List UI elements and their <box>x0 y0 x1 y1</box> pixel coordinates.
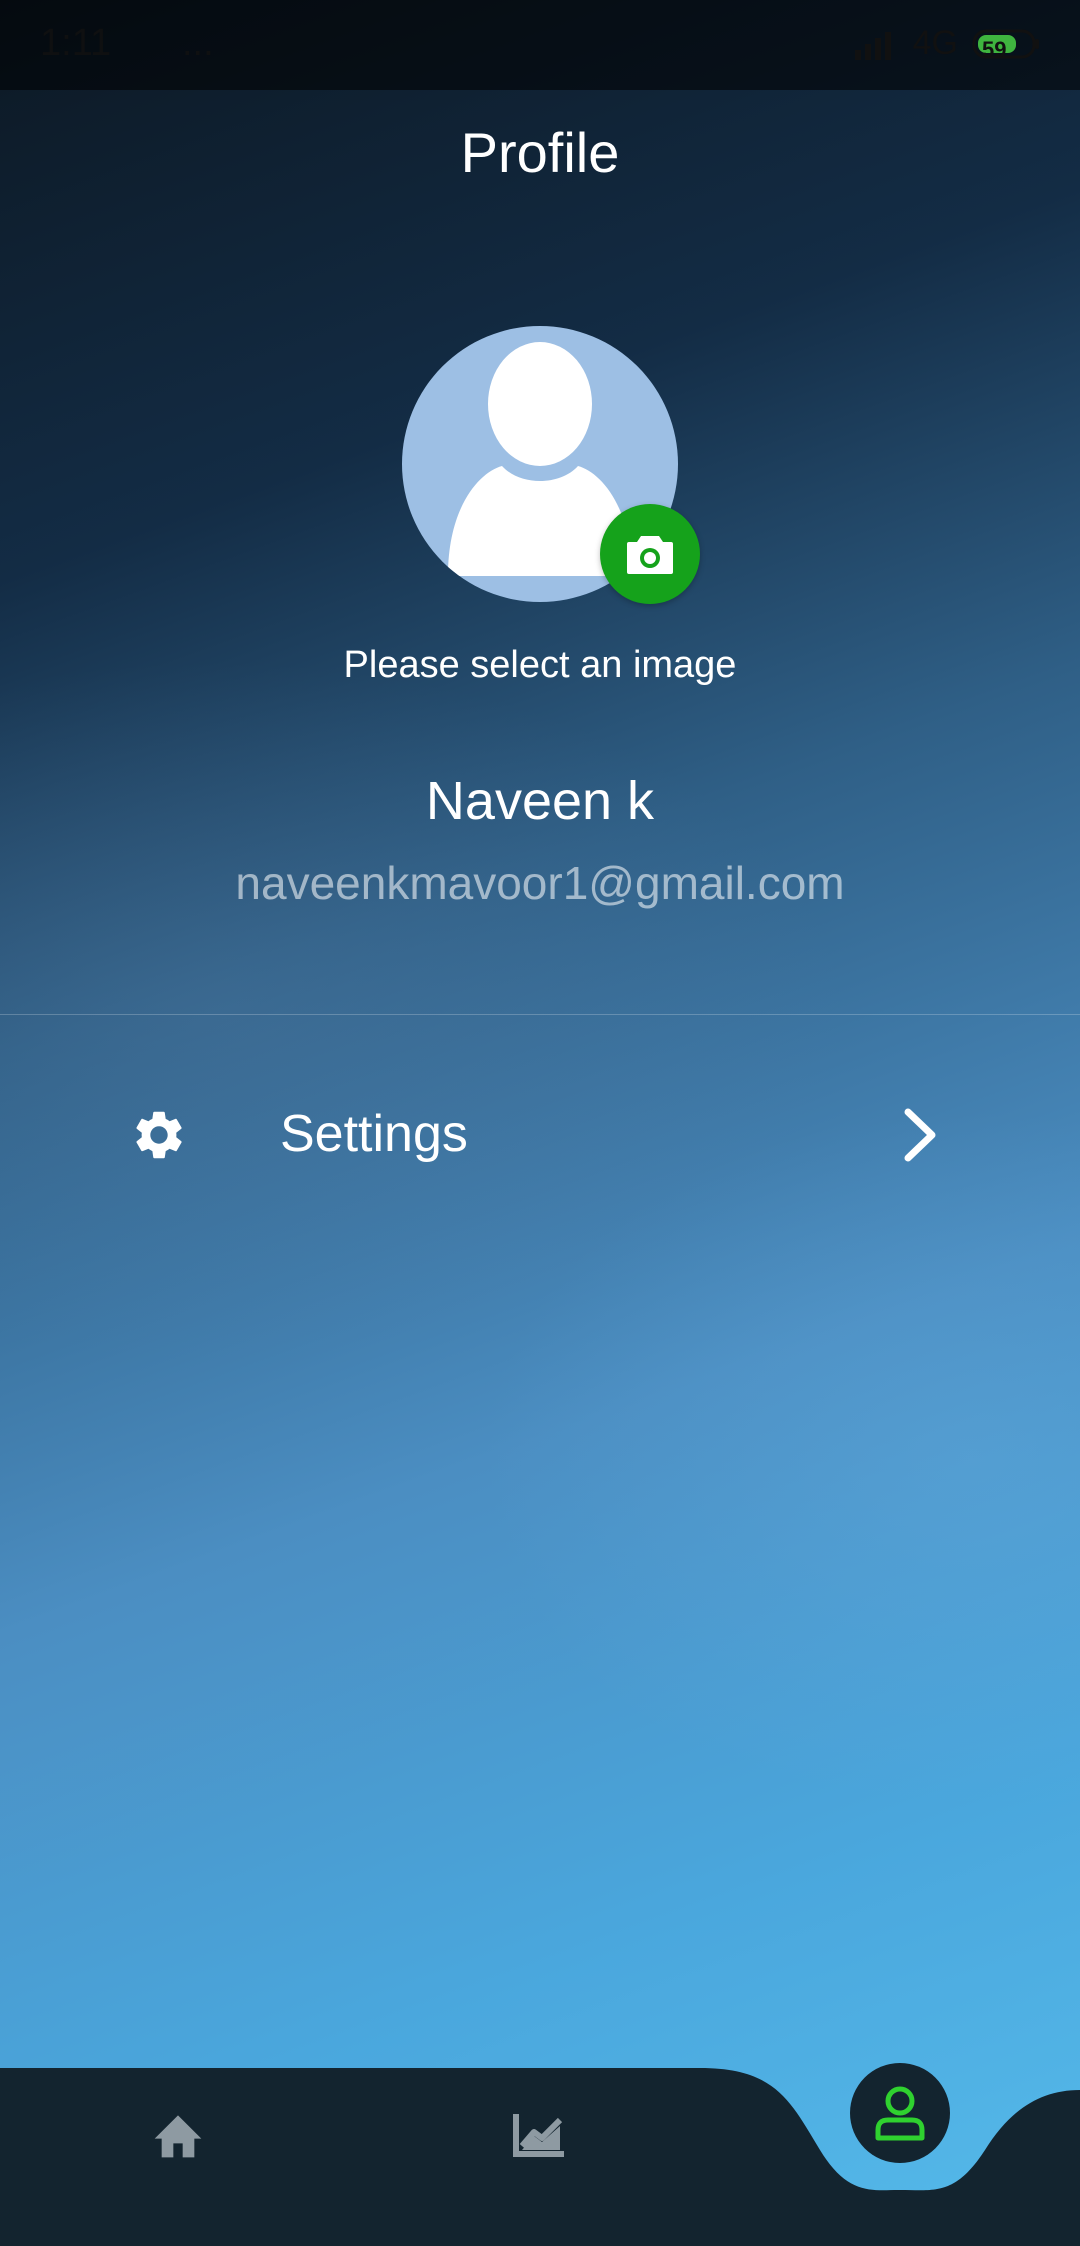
home-icon[interactable] <box>150 2108 206 2160</box>
settings-label: Settings <box>280 1105 468 1163</box>
status-right-group: 4G 59 <box>853 24 1042 63</box>
camera-icon <box>627 536 673 574</box>
status-time: 1:11 <box>40 22 112 64</box>
page-title: Profile <box>460 121 620 184</box>
battery-icon: 59 <box>972 28 1042 62</box>
user-name: Naveen k <box>425 771 655 831</box>
battery-level: 59 <box>982 36 1007 62</box>
status-bar: 1:11 ... 4G 59 <box>0 0 1080 90</box>
signal-icon <box>854 31 891 60</box>
select-image-text: Please select an image <box>343 644 737 686</box>
network-type: 4G <box>912 24 958 62</box>
settings-menu-item[interactable]: Settings <box>0 1080 1080 1190</box>
user-email: naveenkmavoor1@gmail.com <box>235 857 845 909</box>
trending-up-icon[interactable] <box>512 2110 568 2158</box>
chevron-right-icon <box>904 1108 936 1162</box>
status-extra: ... <box>182 22 214 64</box>
camera-button[interactable] <box>600 504 700 604</box>
divider <box>0 1014 1080 1015</box>
nav-profile-button[interactable] <box>850 2063 950 2163</box>
person-icon <box>875 2086 925 2141</box>
gear-icon <box>136 1111 182 1159</box>
